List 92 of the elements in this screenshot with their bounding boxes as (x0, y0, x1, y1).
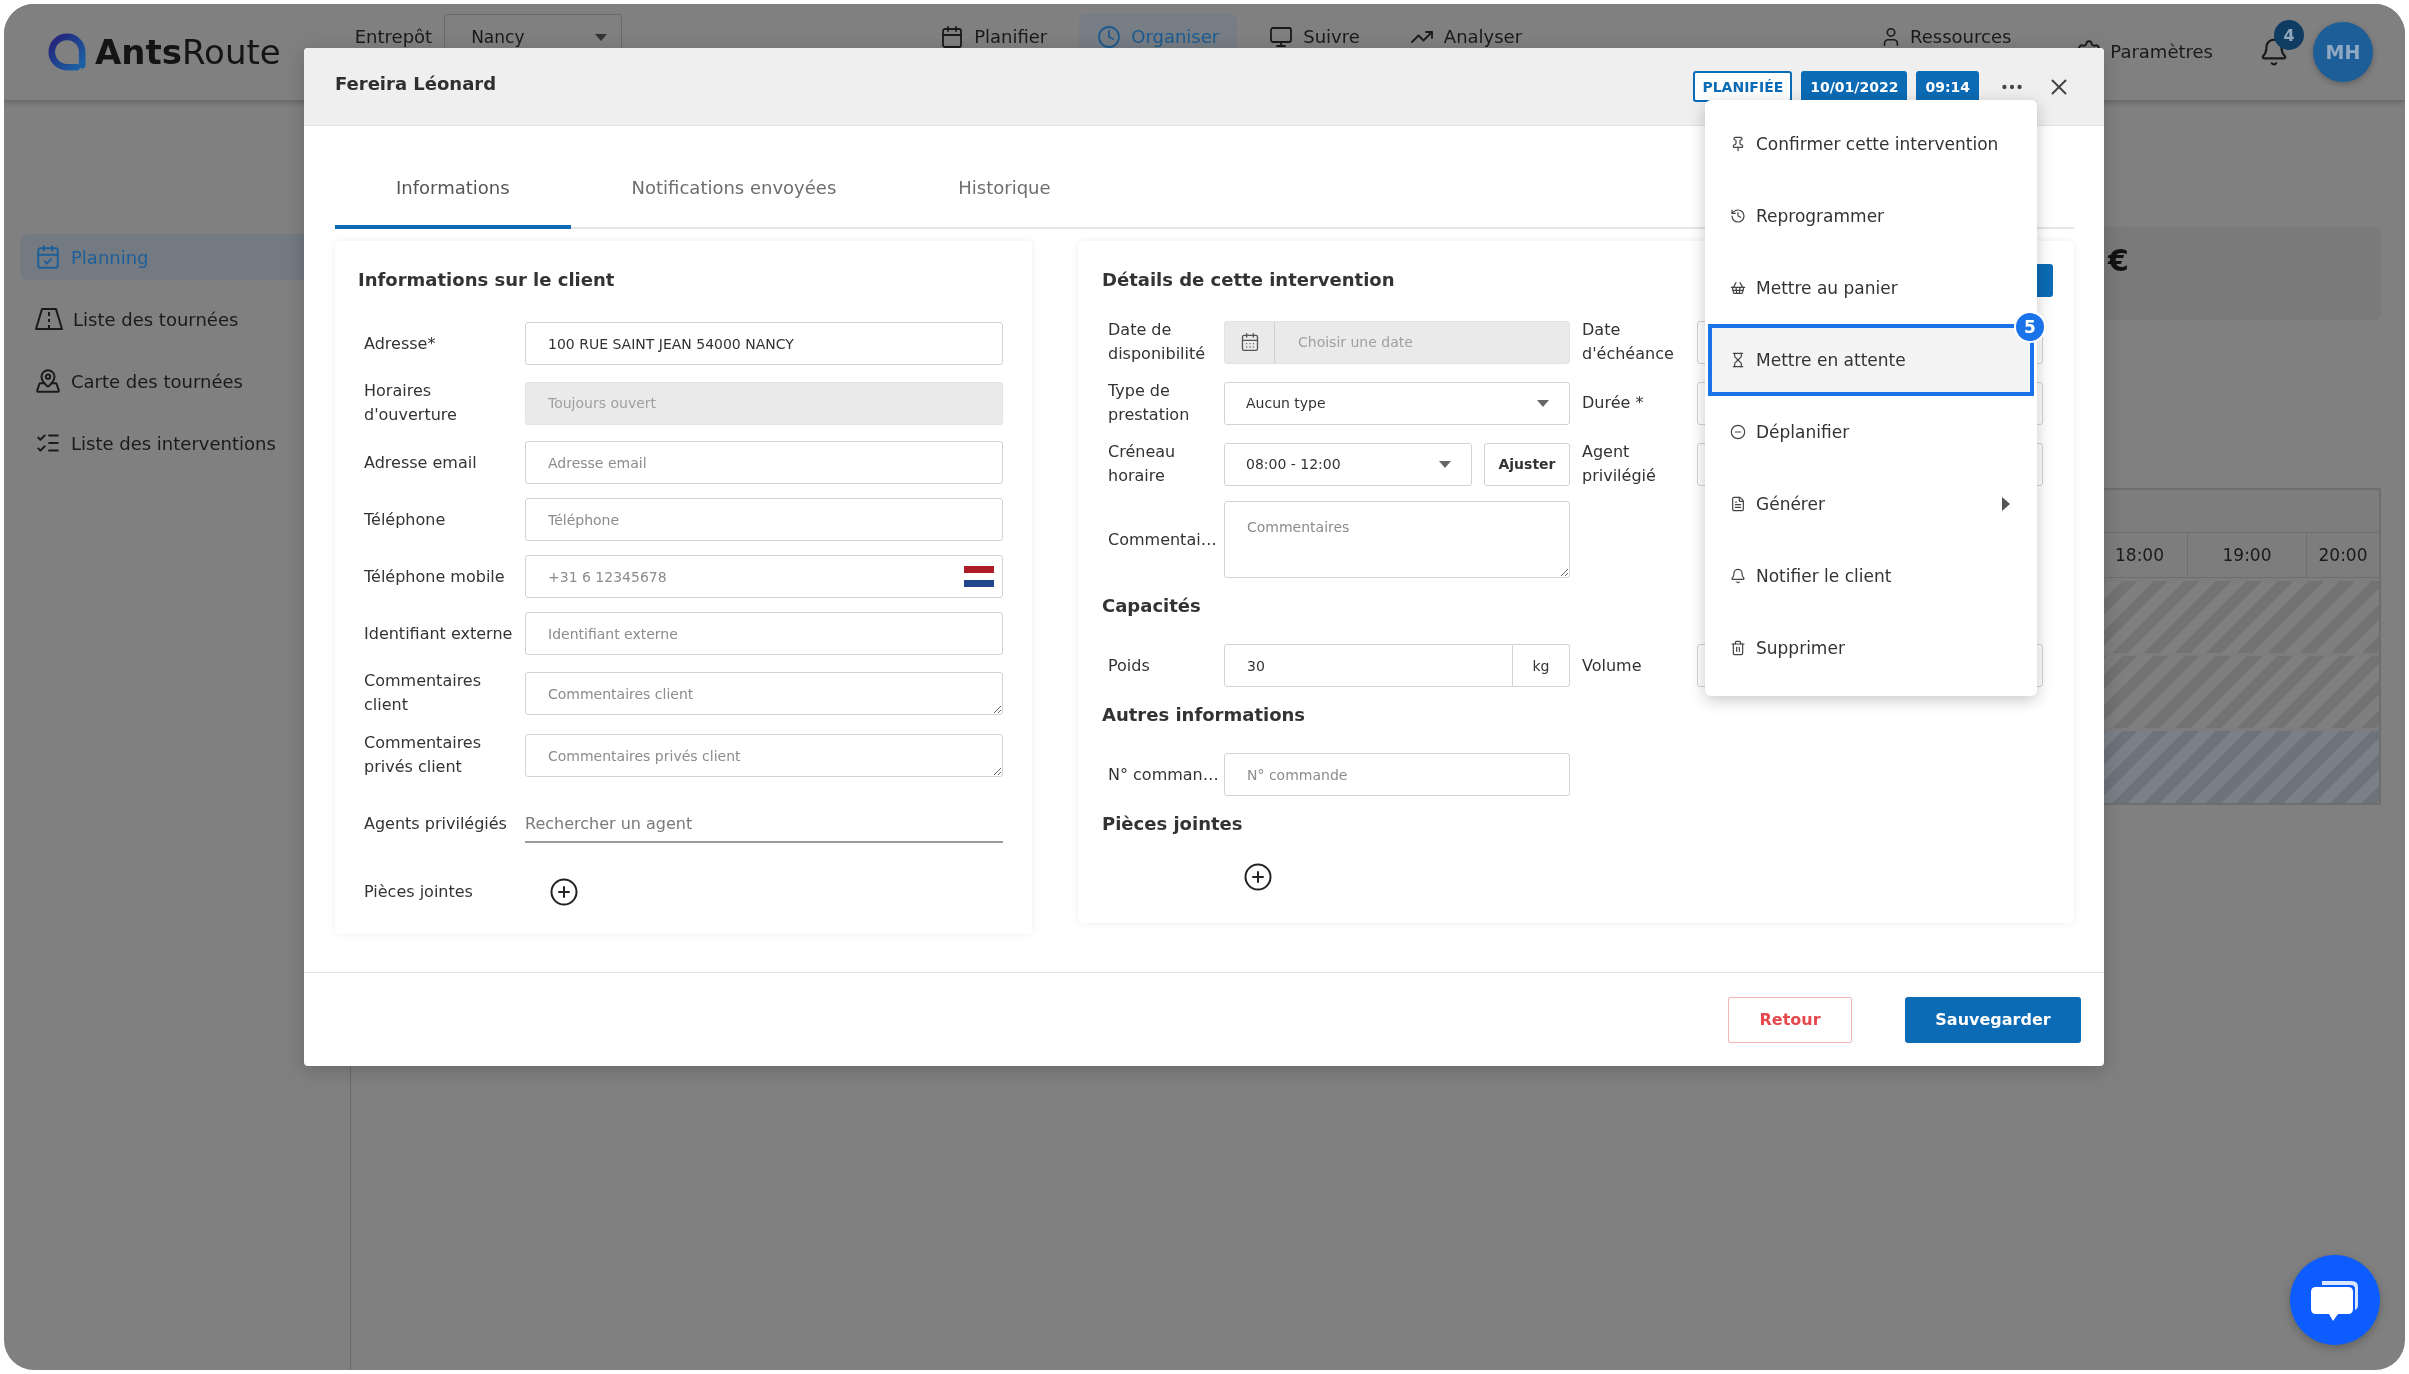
flag-icon (964, 566, 994, 587)
hourglass-icon (1730, 352, 1746, 368)
field-label: N° comman… (1108, 763, 1220, 786)
bell-icon (1730, 568, 1746, 584)
unit-label: kg (1513, 644, 1570, 687)
basket-icon (1730, 280, 1746, 296)
sidebar-item[interactable]: Carte des tournées (20, 358, 350, 404)
menu-item[interactable]: Générer (1708, 468, 2034, 540)
field-label: Créneau horaire (1108, 441, 1177, 487)
tab[interactable]: Informations (335, 149, 571, 229)
caret-icon (595, 33, 608, 41)
menu-item[interactable]: Notifier le client (1708, 540, 2034, 612)
hour-label: 18:00 (2114, 544, 2165, 567)
field-label: Durée * (1581, 392, 1645, 414)
road-icon (35, 307, 63, 331)
field-label: Pièces jointes (364, 881, 474, 903)
select-field[interactable]: 08:00 - 12:00 (1224, 442, 1472, 486)
card-title: Informations sur le client (358, 268, 616, 292)
input-field[interactable]: 30 (1224, 644, 1513, 687)
add-icon[interactable] (1243, 862, 1273, 892)
field-label: Commentai… (1108, 528, 1218, 551)
caret-icon (1439, 460, 1451, 468)
field-label: Commentaires client (364, 670, 483, 716)
search-field[interactable]: Rechercher un agent (525, 805, 1003, 843)
calendar-icon (1239, 332, 1260, 352)
menu-item[interactable]: Supprimer (1708, 612, 2034, 684)
pin-icon (1730, 136, 1746, 152)
resources-link[interactable]: Ressources (1880, 26, 2012, 48)
history-icon (1730, 208, 1746, 224)
input-field[interactable]: Identifiant externe (525, 612, 1003, 655)
field-label: Commentaires privés client (364, 732, 483, 778)
clock-icon (1097, 25, 1122, 49)
textarea-field[interactable]: Commentaires privés client (525, 733, 1003, 777)
field-label: Adresse email (364, 451, 478, 474)
add-icon[interactable] (549, 877, 579, 907)
tab[interactable]: Historique (897, 149, 1112, 229)
field-label: Adresse* (364, 332, 437, 355)
field-label: Téléphone (364, 508, 447, 531)
field-label: Agent privilégié (1581, 441, 1657, 487)
save-button[interactable]: Sauvegarder (1905, 996, 2081, 1043)
chat-button[interactable] (2290, 1255, 2380, 1345)
field-label: Horaires d'ouverture (364, 380, 458, 426)
nav-item[interactable]: Suivre (1251, 14, 1378, 60)
currency-symbol: € (2108, 243, 2129, 278)
status-badge: PLANIFIÉE (1693, 71, 1793, 102)
calendar-icon (940, 25, 965, 49)
field-label: Volume (1581, 654, 1643, 677)
hour-label: 19:00 (2187, 533, 2306, 577)
date-badge: 10/01/2022 (1801, 71, 1908, 102)
dialog-title: Fereira Léonard (335, 73, 497, 94)
section-title: Capacités (1102, 594, 1201, 618)
field-label: Téléphone mobile (364, 565, 506, 588)
logo-text: AntsRoute (95, 32, 281, 72)
field-label: Type de prestation (1108, 380, 1191, 426)
section-title: Pièces jointes (1102, 812, 1243, 836)
textarea-field[interactable]: Commentaires (1224, 501, 1570, 578)
field-label: Date d'échéance (1581, 319, 1675, 365)
input-field[interactable]: Adresse email (525, 441, 1003, 484)
select-field[interactable]: Aucun type (1224, 381, 1570, 425)
caret-icon (1537, 399, 1549, 407)
minus-circle-icon (1730, 424, 1746, 440)
document-icon (1730, 496, 1746, 512)
section-title: Détails de cette intervention (1102, 268, 1395, 292)
sidebar-item[interactable]: Liste des interventions (20, 420, 350, 466)
trash-icon (1730, 640, 1746, 656)
menu-item[interactable]: Confirmer cette intervention (1708, 108, 2034, 180)
input-field[interactable]: N° commande (1224, 753, 1570, 796)
logo-icon (48, 33, 86, 71)
hour-label: 20:00 (2306, 533, 2379, 577)
monitor-icon (1269, 25, 1294, 49)
warehouse-label: Entrepôt (354, 26, 433, 48)
calendar-check-icon (35, 244, 61, 270)
phone-field[interactable]: +31 6 12345678 (525, 555, 1003, 598)
time-badge: 09:14 (1916, 71, 1979, 102)
notification-badge: 4 (2274, 20, 2304, 50)
input-field[interactable]: 100 RUE SAINT JEAN 54000 NANCY (525, 322, 1003, 365)
field-label: Poids (1108, 654, 1151, 677)
nav-item[interactable]: Analyser (1391, 14, 1541, 60)
field-label: Identifiant externe (364, 622, 514, 645)
adjust-button[interactable]: Ajuster (1484, 442, 1570, 486)
sidebar-item[interactable]: Liste des tournées (20, 296, 350, 342)
back-button[interactable]: Retour (1728, 996, 1852, 1043)
tab[interactable]: Notifications envoyées (570, 149, 898, 229)
menu-item[interactable]: Reprogrammer (1708, 180, 2034, 252)
field-label: Agents privilégiés (364, 813, 508, 835)
input-field[interactable]: Téléphone (525, 498, 1003, 541)
nav-item[interactable]: Planifier (922, 14, 1066, 60)
textarea-field[interactable]: Commentaires client (525, 671, 1003, 715)
menu-item[interactable]: Déplanifier (1708, 396, 2034, 468)
section-title: Autres informations (1102, 703, 1306, 727)
field-label: Date de disponibilité (1108, 319, 1207, 365)
map-pin-icon (35, 368, 61, 394)
